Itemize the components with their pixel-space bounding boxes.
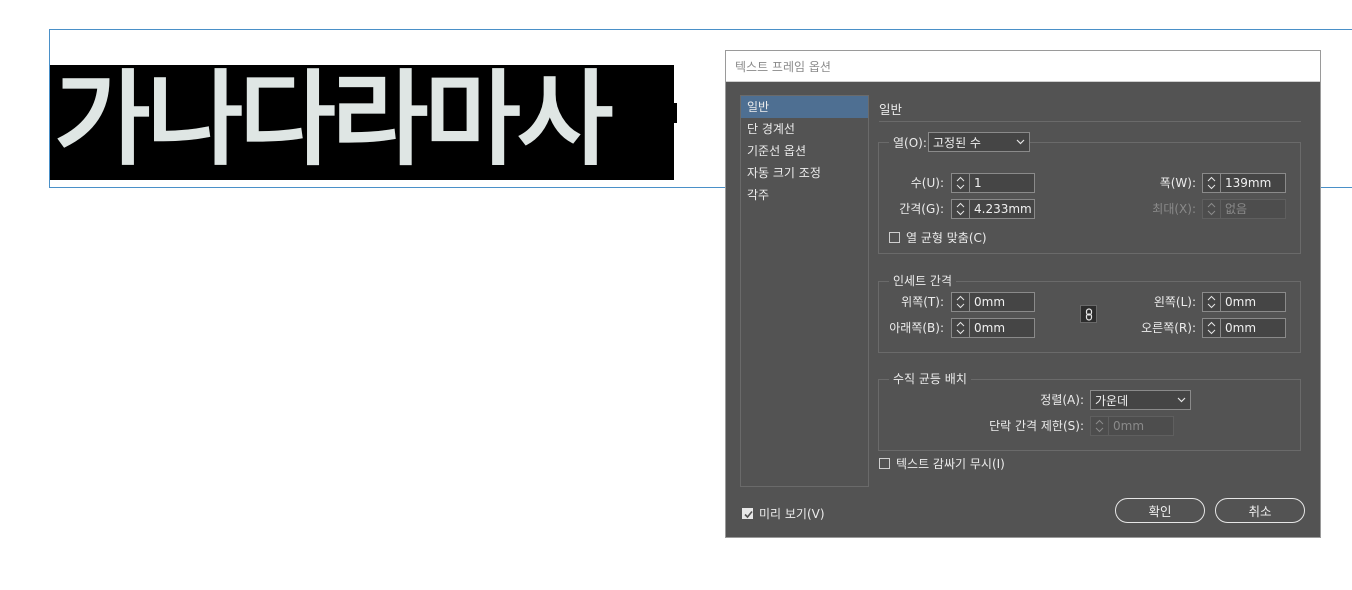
category-list: 일반 단 경계선 기준선 옵션 자동 크기 조정 각주 bbox=[740, 95, 869, 487]
alignment-label: 정렬(A): bbox=[1040, 393, 1084, 407]
dialog-titlebar[interactable]: 텍스트 프레임 옵션 bbox=[726, 51, 1320, 82]
inset-bottom-label: 아래쪽(B): bbox=[889, 321, 944, 335]
inset-spacing-title: 인세트 간격 bbox=[889, 274, 957, 288]
paragraph-spacing-limit-stepper: 0mm bbox=[1090, 416, 1174, 436]
paragraph-spacing-limit-value: 0mm bbox=[1113, 419, 1145, 433]
preview-checkbox-row[interactable]: 미리 보기(V) bbox=[742, 505, 825, 522]
ignore-text-wrap-label: 텍스트 감싸기 무시(I) bbox=[896, 457, 1005, 471]
inset-left-value: 0mm bbox=[1225, 295, 1257, 309]
balance-columns-label: 열 균형 맞춤(C) bbox=[906, 231, 987, 245]
column-width-value: 139mm bbox=[1225, 176, 1272, 190]
columns-mode-value: 고정된 수 bbox=[933, 135, 981, 150]
balance-columns-checkbox-row[interactable]: 열 균형 맞춤(C) bbox=[889, 229, 987, 246]
inset-top-stepper[interactable]: 0mm bbox=[951, 292, 1035, 312]
stepper-arrows-icon[interactable] bbox=[952, 293, 970, 311]
vertical-justification-title: 수직 균등 배치 bbox=[889, 372, 971, 386]
section-title: 일반 bbox=[879, 102, 903, 117]
ok-button[interactable]: 확인 bbox=[1115, 498, 1205, 523]
balance-columns-checkbox[interactable] bbox=[889, 232, 900, 243]
column-max-width-label: 최대(X): bbox=[1152, 202, 1196, 216]
category-item-footnotes[interactable]: 각주 bbox=[741, 184, 868, 206]
dialog-title: 텍스트 프레임 옵션 bbox=[735, 60, 831, 74]
stepper-arrows-icon[interactable] bbox=[1203, 174, 1221, 192]
stepper-arrows-icon[interactable] bbox=[952, 319, 970, 337]
stepper-arrows-icon[interactable] bbox=[952, 174, 970, 192]
link-inset-values-button[interactable] bbox=[1080, 305, 1097, 323]
text-frame-top-edge bbox=[49, 29, 1352, 30]
column-max-width-stepper: 없음 bbox=[1202, 199, 1286, 219]
column-gutter-stepper[interactable]: 4.233mm bbox=[951, 199, 1035, 219]
inset-right-value: 0mm bbox=[1225, 321, 1257, 335]
stepper-arrows-icon bbox=[1203, 200, 1221, 218]
category-item-general[interactable]: 일반 bbox=[741, 96, 868, 118]
cancel-button[interactable]: 취소 bbox=[1215, 498, 1305, 523]
inset-bottom-value: 0mm bbox=[974, 321, 1006, 335]
column-width-label: 폭(W): bbox=[1159, 176, 1196, 190]
ignore-text-wrap-checkbox[interactable] bbox=[879, 458, 890, 469]
columns-mode-select[interactable]: 고정된 수 bbox=[928, 132, 1030, 152]
category-item-column-rules[interactable]: 단 경계선 bbox=[741, 118, 868, 140]
headline-text-frame[interactable]: 가나다라마사 bbox=[50, 65, 674, 180]
stepper-arrows-icon[interactable] bbox=[952, 200, 970, 218]
text-cursor bbox=[674, 103, 677, 123]
headline-text: 가나다라마사 bbox=[54, 65, 614, 180]
inset-bottom-stepper[interactable]: 0mm bbox=[951, 318, 1035, 338]
column-max-width-value: 없음 bbox=[1225, 202, 1248, 216]
category-item-baseline-options[interactable]: 기준선 옵션 bbox=[741, 140, 868, 162]
inset-top-label: 위쪽(T): bbox=[901, 295, 944, 309]
stepper-arrows-icon[interactable] bbox=[1203, 293, 1221, 311]
alignment-value: 가운데 bbox=[1095, 393, 1129, 408]
chevron-down-icon bbox=[1016, 139, 1025, 145]
inset-top-value: 0mm bbox=[974, 295, 1006, 309]
column-gutter-value: 4.233mm bbox=[974, 202, 1032, 216]
preview-label: 미리 보기(V) bbox=[759, 507, 825, 521]
column-number-value: 1 bbox=[974, 176, 982, 190]
paragraph-spacing-limit-label: 단락 간격 제한(S): bbox=[989, 419, 1084, 433]
preview-checkbox[interactable] bbox=[742, 508, 753, 519]
section-title-divider bbox=[879, 121, 1301, 122]
chevron-down-icon bbox=[1177, 397, 1186, 403]
alignment-select[interactable]: 가운데 bbox=[1090, 390, 1191, 410]
chain-link-icon bbox=[1085, 307, 1092, 321]
document-canvas: 가나다라마사 텍스트 프레임 옵션 일반 단 경계선 기준선 옵션 자동 크기 … bbox=[0, 0, 1352, 590]
inset-left-stepper[interactable]: 0mm bbox=[1202, 292, 1286, 312]
column-gutter-label: 간격(G): bbox=[899, 202, 944, 216]
columns-label: 열(O): bbox=[889, 136, 931, 150]
stepper-arrows-icon bbox=[1091, 417, 1109, 435]
column-number-stepper[interactable]: 1 bbox=[951, 173, 1035, 193]
category-item-auto-size[interactable]: 자동 크기 조정 bbox=[741, 162, 868, 184]
ignore-text-wrap-checkbox-row[interactable]: 텍스트 감싸기 무시(I) bbox=[879, 455, 1005, 472]
inset-left-label: 왼쪽(L): bbox=[1153, 295, 1196, 309]
text-frame-options-dialog: 텍스트 프레임 옵션 일반 단 경계선 기준선 옵션 자동 크기 조정 각주 일… bbox=[725, 50, 1321, 538]
column-number-label: 수(U): bbox=[910, 176, 944, 190]
column-width-stepper[interactable]: 139mm bbox=[1202, 173, 1286, 193]
inset-right-stepper[interactable]: 0mm bbox=[1202, 318, 1286, 338]
stepper-arrows-icon[interactable] bbox=[1203, 319, 1221, 337]
checkmark-icon bbox=[744, 510, 753, 519]
inset-right-label: 오른쪽(R): bbox=[1141, 321, 1196, 335]
